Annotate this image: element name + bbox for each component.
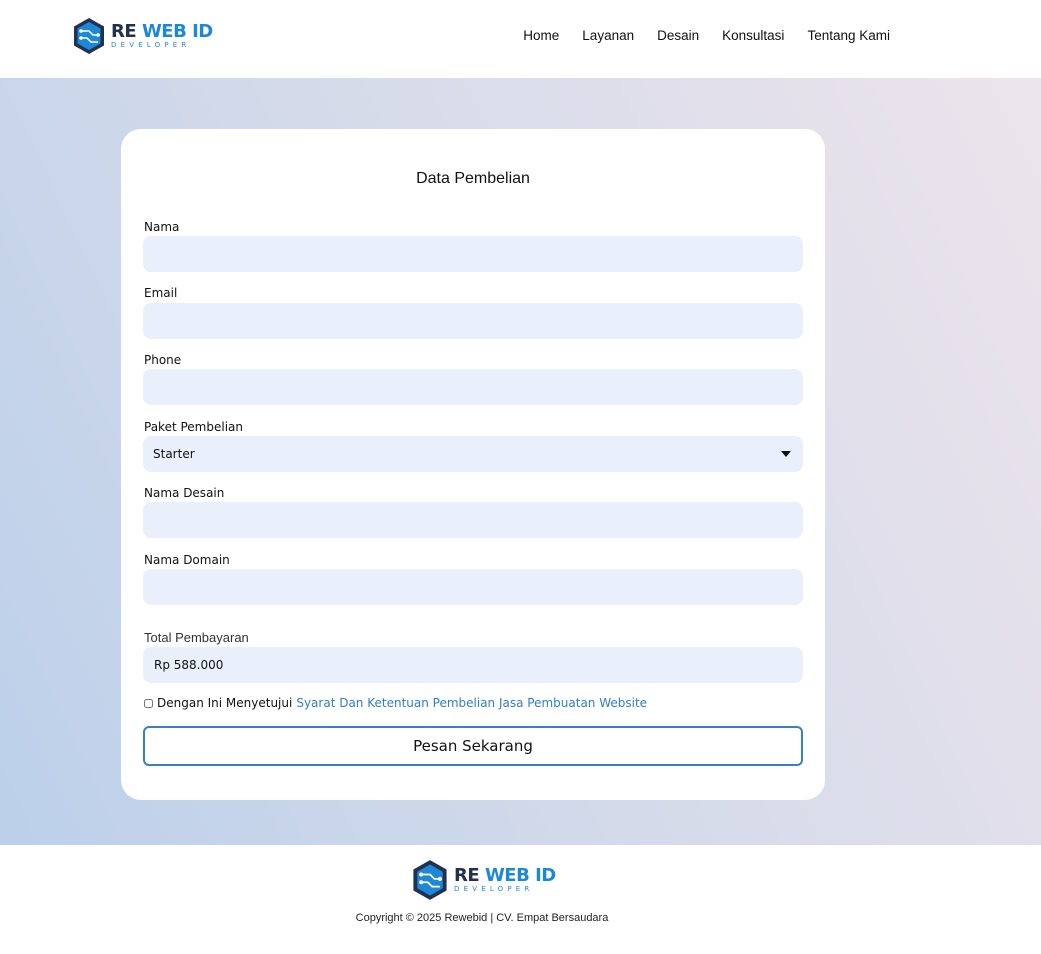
email-input[interactable]	[143, 303, 803, 339]
main-nav: Home Layanan Desain Konsultasi Tentang K…	[500, 28, 890, 43]
footer-brand-wordmark: RE WEB ID DEVELOPER	[454, 867, 556, 893]
footer-brand-tagline: DEVELOPER	[454, 885, 534, 893]
nav-konsultasi[interactable]: Konsultasi	[722, 28, 784, 43]
brand-name-re: RE	[111, 21, 137, 42]
agreement-row: Dengan Ini Menyetujui Syarat Dan Ketentu…	[144, 696, 647, 710]
footer-brand-name-re: RE	[454, 865, 480, 886]
agreement-checkbox[interactable]	[144, 698, 153, 708]
agreement-text: Dengan Ini Menyetujui	[157, 696, 293, 710]
nav-tentang-kami[interactable]: Tentang Kami	[807, 28, 890, 43]
desain-input[interactable]	[143, 502, 803, 538]
purchase-form-card: Data Pembelian Nama Email Phone Paket Pe…	[121, 129, 825, 800]
terms-link[interactable]: Syarat Dan Ketentuan Pembelian Jasa Pemb…	[296, 696, 647, 710]
paket-label: Paket Pembelian	[144, 420, 243, 434]
chevron-down-icon	[781, 451, 791, 457]
brand-name-webid: WEB ID	[141, 21, 213, 42]
copyright-text: Copyright © 2025 Rewebid | CV. Empat Ber…	[355, 912, 609, 924]
form-title: Data Pembelian	[416, 170, 530, 187]
brand-tagline: DEVELOPER	[111, 41, 191, 49]
total-label: Total Pembayaran	[144, 630, 249, 645]
nama-label: Nama	[144, 220, 180, 234]
nama-input[interactable]	[143, 236, 803, 272]
nav-layanan[interactable]: Layanan	[582, 28, 634, 43]
submit-order-button[interactable]: Pesan Sekarang	[143, 726, 803, 766]
footer-brand-name-webid: WEB ID	[484, 865, 556, 886]
site-footer: RE WEB ID DEVELOPER Copyright © 2025 Rew…	[0, 845, 1041, 954]
footer-brand-logo[interactable]: RE WEB ID DEVELOPER	[411, 859, 556, 901]
paket-selected-value: Starter	[153, 447, 195, 461]
phone-input[interactable]	[143, 369, 803, 405]
domain-label: Nama Domain	[144, 553, 230, 567]
email-label: Email	[144, 286, 178, 300]
nav-home[interactable]: Home	[523, 28, 559, 43]
total-value: Rp 588.000	[143, 647, 803, 683]
phone-label: Phone	[144, 353, 182, 367]
brand-logo[interactable]: RE WEB ID DEVELOPER	[72, 17, 213, 55]
desain-label: Nama Desain	[144, 486, 225, 500]
main-section: Data Pembelian Nama Email Phone Paket Pe…	[0, 78, 1041, 845]
paket-select[interactable]: Starter	[143, 436, 803, 472]
brand-wordmark: RE WEB ID DEVELOPER	[111, 23, 213, 49]
site-header: RE WEB ID DEVELOPER Home Layanan Desain …	[0, 0, 1041, 78]
nav-desain[interactable]: Desain	[657, 28, 699, 43]
logo-hexagon-icon	[413, 860, 447, 900]
logo-hexagon-icon	[74, 18, 104, 54]
domain-input[interactable]	[143, 569, 803, 605]
